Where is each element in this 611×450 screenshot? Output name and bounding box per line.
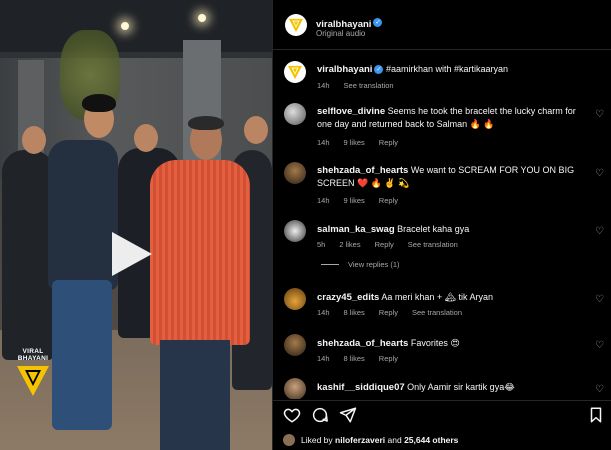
post-video[interactable]: VIRAL BHAYANI [0, 0, 272, 450]
viral-logo-icon [288, 18, 304, 32]
comment-time[interactable]: 14h [317, 354, 330, 363]
comment-reply-button[interactable]: Reply [379, 308, 398, 317]
comment-reply-button[interactable]: Reply [375, 240, 394, 249]
comment-text: Bracelet kaha gya [397, 224, 470, 234]
likes-summary: Liked by niloferzaveri and 25,644 others [283, 432, 458, 448]
viral-logo-icon [287, 65, 303, 79]
likes-prefix: Liked by [301, 435, 333, 445]
share-send-icon[interactable] [339, 406, 357, 424]
liker-username[interactable]: niloferzaveri [335, 435, 385, 445]
verified-badge-icon: ✓ [374, 65, 384, 75]
verified-badge-icon: ✓ [373, 18, 383, 28]
comment-username[interactable]: selflove_divine [317, 106, 385, 117]
comment-reply-button[interactable]: Reply [379, 138, 398, 147]
comment-likes[interactable]: 8 likes [344, 354, 365, 363]
comment-like-heart-icon[interactable]: ♡ [595, 384, 604, 395]
caption-avatar[interactable] [284, 61, 306, 83]
replies-divider [321, 264, 339, 265]
commenter-avatar[interactable] [284, 288, 306, 310]
commenter-avatar[interactable] [284, 378, 306, 399]
video-person-head [244, 116, 268, 144]
commenter-avatar[interactable] [284, 334, 306, 356]
caption-see-translation[interactable]: See translation [344, 81, 394, 90]
comment-like-heart-icon[interactable]: ♡ [595, 294, 604, 305]
video-person [2, 150, 54, 360]
video-person-head [134, 124, 158, 152]
comment-likes[interactable]: 9 likes [344, 196, 365, 205]
like-heart-icon[interactable] [283, 406, 301, 424]
comment-likes[interactable]: 8 likes [344, 308, 365, 317]
comment-username[interactable]: kashif__siddique07 [317, 382, 405, 393]
comment-username[interactable]: salman_ka_swag [317, 224, 395, 235]
watermark-text: VIRAL BHAYANI [17, 348, 49, 362]
comments-scroll-area[interactable]: viralbhayani ✓ #aamirkhan with #kartikaar… [273, 51, 611, 399]
video-person-hair [188, 116, 224, 130]
comment-bubble-icon[interactable] [311, 406, 329, 424]
comment-time[interactable]: 14h [317, 308, 330, 317]
comment-like-heart-icon[interactable]: ♡ [595, 109, 604, 120]
view-replies-button[interactable]: View replies (1) [348, 260, 400, 269]
comment-time[interactable]: 14h [317, 196, 330, 205]
audio-label[interactable]: Original audio [316, 29, 365, 38]
video-canopy [0, 0, 272, 58]
comment-username[interactable]: shehzada_of_hearts [317, 165, 408, 176]
comment-reply-button[interactable]: Reply [379, 354, 398, 363]
comment-like-heart-icon[interactable]: ♡ [595, 340, 604, 351]
comment-reply-button[interactable]: Reply [379, 196, 398, 205]
profile-avatar[interactable] [285, 14, 307, 36]
comment-see-translation[interactable]: See translation [408, 240, 458, 249]
comment-like-heart-icon[interactable]: ♡ [595, 168, 604, 179]
ceiling-light [198, 14, 206, 22]
post-action-bar [273, 400, 611, 428]
video-person-hair [82, 94, 116, 112]
comment-username[interactable]: shehzada_of_hearts [317, 338, 408, 349]
post-header: viralbhayani ✓ Original audio [273, 0, 611, 50]
comment-text: Aa meri khan + 🏔 tik Aryan [381, 292, 494, 302]
video-person-navy-shirt [48, 140, 118, 290]
ceiling-light [121, 22, 129, 30]
commenter-avatar[interactable] [284, 220, 306, 242]
comment-see-translation[interactable]: See translation [412, 308, 462, 317]
comment-time[interactable]: 14h [317, 138, 330, 147]
post-side-panel: viralbhayani ✓ Original audio viralbhayan… [272, 0, 611, 450]
comment-likes[interactable]: 9 likes [344, 138, 365, 147]
comment-text: Favorites 😍 [410, 338, 460, 348]
liker-avatar[interactable] [283, 434, 295, 446]
likes-and: and [387, 435, 402, 445]
video-person-head [22, 126, 46, 154]
comment-like-heart-icon[interactable]: ♡ [595, 226, 604, 237]
caption-time[interactable]: 14h [317, 81, 330, 90]
caption-username[interactable]: viralbhayani [317, 64, 372, 75]
play-icon[interactable] [112, 232, 152, 276]
video-person-orange-kurta [150, 160, 250, 345]
caption-text: #aamirkhan with #kartikaaryan [385, 64, 509, 74]
commenter-avatar[interactable] [284, 162, 306, 184]
watermark: VIRAL BHAYANI [8, 348, 58, 403]
commenter-avatar[interactable] [284, 103, 306, 125]
comment-text: Only Aamir sir kartik gya😂 [407, 382, 515, 392]
video-person-jeans [52, 280, 112, 430]
comment-likes[interactable]: 2 likes [339, 240, 360, 249]
bookmark-icon[interactable] [587, 406, 605, 424]
comment-username[interactable]: crazy45_edits [317, 292, 379, 303]
comment-time[interactable]: 5h [317, 240, 325, 249]
video-person-trousers [160, 340, 230, 450]
watermark-logo-icon [17, 366, 49, 396]
likes-count[interactable]: 25,644 others [404, 435, 458, 445]
